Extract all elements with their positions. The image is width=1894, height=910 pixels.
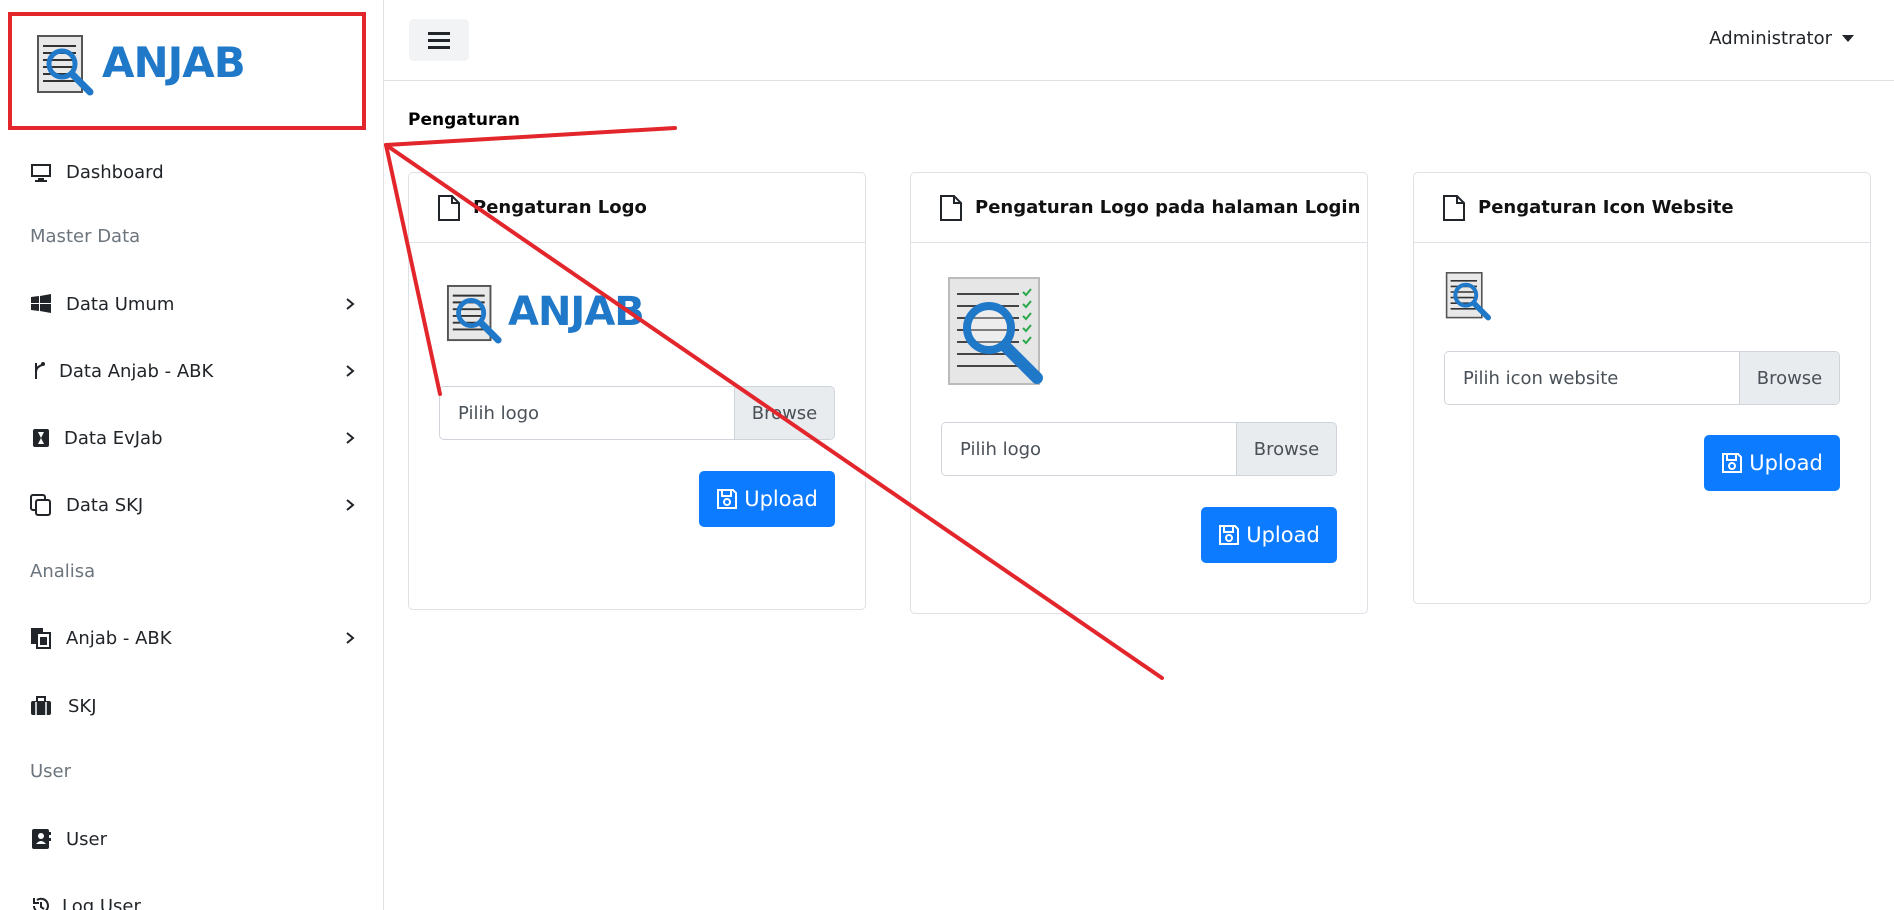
brand-logo[interactable]: ANJAB <box>8 12 366 130</box>
chevron-right-icon <box>346 632 355 644</box>
brand-name: ANJAB <box>102 38 246 87</box>
files-icon <box>31 628 51 649</box>
upload-label: Upload <box>744 487 818 511</box>
login-logo-file-input[interactable]: Pilih logo Browse <box>941 422 1337 476</box>
card-header: Pengaturan Icon Website <box>1414 173 1870 243</box>
card-header: Pengaturan Logo pada halaman Login <box>911 173 1367 243</box>
contact-book-icon <box>32 829 51 849</box>
upload-label: Upload <box>1246 523 1320 547</box>
chevron-right-icon <box>346 298 355 310</box>
card-header: Pengaturan Logo <box>409 173 865 243</box>
logo-file-input[interactable]: Pilih logo Browse <box>439 386 835 440</box>
login-logo-preview-icon <box>948 277 1043 385</box>
hourglass-icon <box>33 429 49 447</box>
briefcase-icon <box>31 696 51 715</box>
file-input-placeholder: Pilih icon website <box>1445 352 1739 404</box>
upload-button[interactable]: Upload <box>1201 507 1337 563</box>
sidebar-item-skj[interactable]: SKJ <box>0 686 384 726</box>
chevron-right-icon <box>346 365 355 377</box>
sidebar-item-label: Data EvJab <box>64 427 163 449</box>
sidebar-item-label: Anjab - ABK <box>66 627 172 649</box>
card-login-logo-settings: Pengaturan Logo pada halaman Login Pilih… <box>910 172 1368 614</box>
save-icon <box>1219 525 1240 545</box>
hamburger-menu-button[interactable] <box>409 19 469 61</box>
sidebar-item-data-skj[interactable]: Data SKJ <box>0 485 384 525</box>
card-title: Pengaturan Logo <box>473 197 647 218</box>
chevron-right-icon <box>346 499 355 511</box>
caret-down-icon <box>1842 35 1854 42</box>
card-title: Pengaturan Logo pada halaman Login <box>975 197 1361 218</box>
sidebar-item-data-umum[interactable]: Data Umum <box>0 284 384 324</box>
file-input-placeholder: Pilih logo <box>440 387 734 439</box>
anjab-logo-icon <box>37 35 94 96</box>
nav-header-analisa: Analisa <box>30 561 96 582</box>
user-dropdown[interactable]: Administrator <box>1709 28 1854 49</box>
card-logo-settings: Pengaturan Logo ANJAB Pilih logo Browse … <box>408 172 866 610</box>
file-input-placeholder: Pilih logo <box>942 423 1236 475</box>
browse-button[interactable]: Browse <box>1739 352 1839 404</box>
file-icon <box>438 194 460 221</box>
card-title: Pengaturan Icon Website <box>1478 197 1734 218</box>
website-icon-preview <box>1445 272 1491 321</box>
file-icon <box>940 194 962 221</box>
upload-button[interactable]: Upload <box>699 471 835 527</box>
sidebar-item-label: Data Anjab - ABK <box>59 360 214 382</box>
windows-icon <box>31 294 51 313</box>
nav-header-user: User <box>30 761 72 782</box>
anjab-logo-icon <box>446 285 502 344</box>
sidebar-item-label: SKJ <box>68 695 97 717</box>
copy-icon <box>30 494 51 516</box>
branch-icon <box>35 362 45 379</box>
hamburger-icon <box>428 32 450 49</box>
monitor-icon <box>31 164 51 182</box>
nav-header-master-data: Master Data <box>30 226 141 247</box>
sidebar-item-label: Data SKJ <box>66 494 144 516</box>
website-icon-file-input[interactable]: Pilih icon website Browse <box>1444 351 1840 405</box>
save-icon <box>717 489 738 509</box>
history-icon <box>33 897 49 910</box>
upload-button[interactable]: Upload <box>1704 435 1840 491</box>
sidebar-item-data-evjab[interactable]: Data EvJab <box>0 418 384 458</box>
top-navbar: Administrator <box>384 0 1894 81</box>
page-title: Pengaturan <box>408 110 520 130</box>
chevron-right-icon <box>346 432 355 444</box>
sidebar-item-log-user[interactable]: Log User <box>0 886 384 910</box>
upload-label: Upload <box>1749 451 1823 475</box>
card-website-icon-settings: Pengaturan Icon Website Pilih icon websi… <box>1413 172 1871 604</box>
logo-text: ANJAB <box>508 289 645 335</box>
user-name: Administrator <box>1709 28 1832 49</box>
browse-button[interactable]: Browse <box>734 387 834 439</box>
sidebar-item-label: Log User <box>62 895 141 910</box>
browse-button[interactable]: Browse <box>1236 423 1336 475</box>
sidebar-item-label: Data Umum <box>66 293 175 315</box>
save-icon <box>1722 453 1743 473</box>
sidebar-item-user[interactable]: User <box>0 819 384 859</box>
sidebar-item-label: Dashboard <box>66 161 164 183</box>
sidebar-item-dashboard[interactable]: Dashboard <box>0 152 384 192</box>
sidebar-item-label: User <box>66 828 108 850</box>
sidebar-item-anjab-abk[interactable]: Anjab - ABK <box>0 618 384 658</box>
file-icon <box>1443 194 1465 221</box>
sidebar-item-data-anjab-abk[interactable]: Data Anjab - ABK <box>0 351 384 391</box>
sidebar: ANJAB Dashboard Master Data Data Umum Da… <box>0 0 384 910</box>
